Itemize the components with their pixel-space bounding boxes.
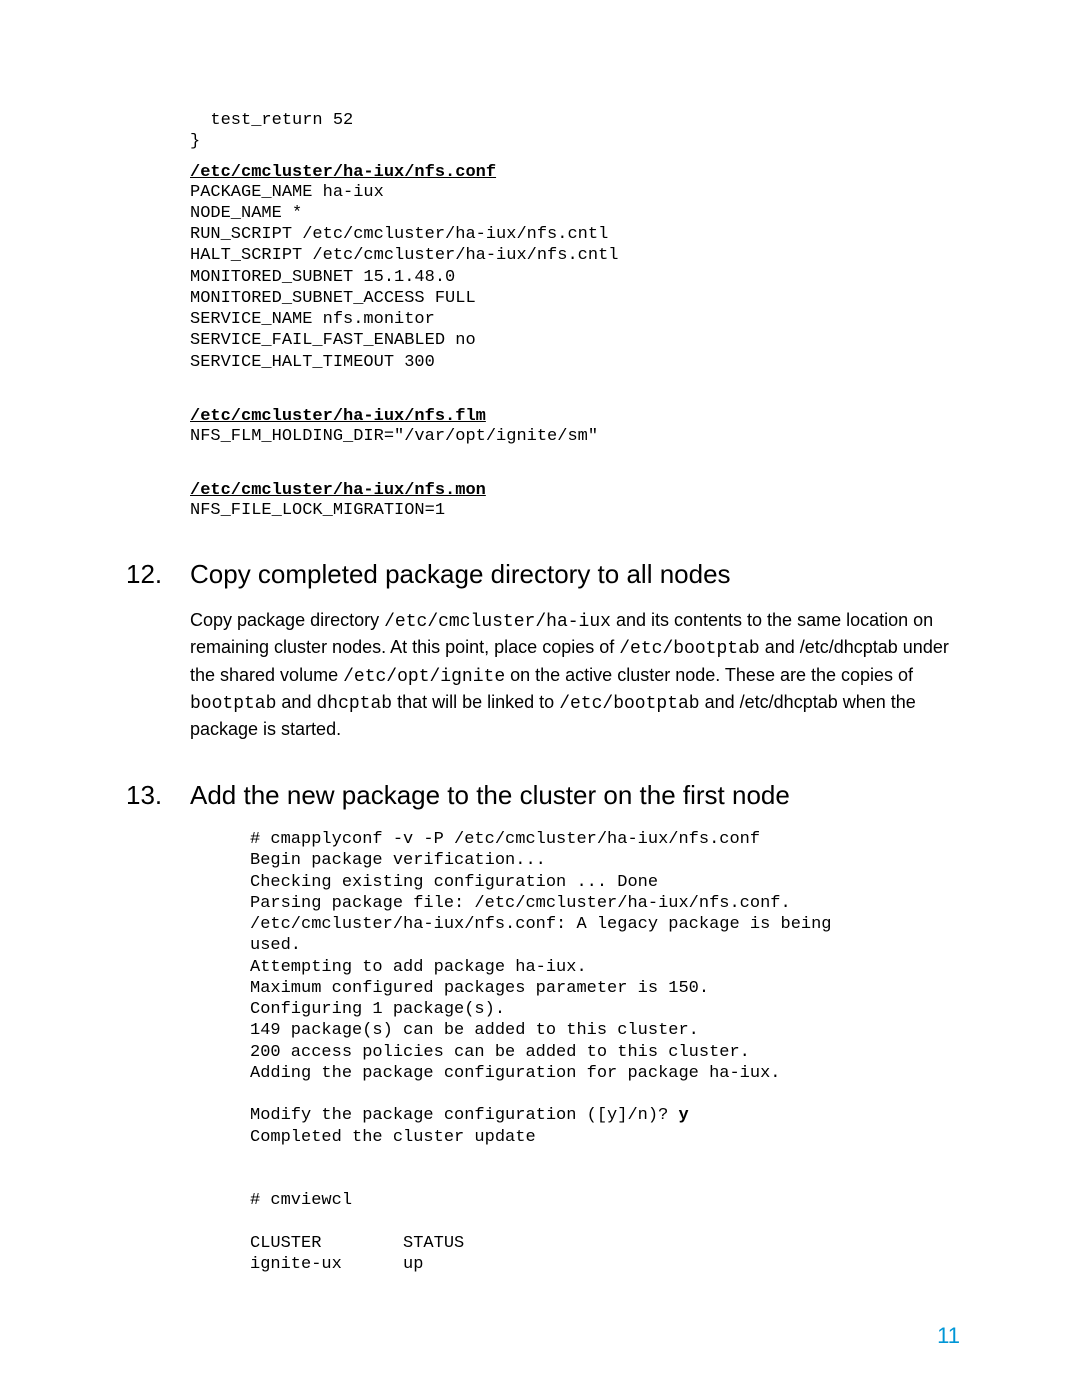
section-12-paragraph: Copy package directory /etc/cmcluster/ha…: [190, 608, 960, 742]
s12-t1: Copy package directory: [190, 610, 384, 630]
section-13-title-text: Add the new package to the cluster on th…: [190, 780, 790, 811]
file2-header: /etc/cmcluster/ha-iux/nfs.flm: [190, 407, 960, 426]
s12-t6: that will be linked to: [392, 692, 559, 712]
file2-body: NFS_FLM_HOLDING_DIR="/var/opt/ignite/sm": [190, 426, 960, 447]
s12-code1: /etc/cmcluster/ha-iux: [384, 612, 611, 632]
s12-code2: /etc/bootptab: [619, 639, 759, 659]
section-13-command-block: # cmapplyconf -v -P /etc/cmcluster/ha-iu…: [250, 829, 960, 1275]
file3-body: NFS_FILE_LOCK_MIGRATION=1: [190, 500, 960, 521]
document-page: test_return 52 } /etc/cmcluster/ha-iux/n…: [0, 0, 1080, 1397]
page-number: 11: [937, 1323, 960, 1349]
s12-code4: bootptab: [190, 694, 276, 714]
section-12-number: 12.: [126, 559, 190, 590]
file1-header: /etc/cmcluster/ha-iux/nfs.conf: [190, 163, 960, 182]
s12-t4: on the active cluster node. These are th…: [505, 665, 913, 685]
s12-code5: dhcptab: [316, 694, 392, 714]
s12-code6: /etc/bootptab: [559, 694, 699, 714]
section-12-title-text: Copy completed package directory to all …: [190, 559, 731, 590]
s12-code3: /etc/opt/ignite: [343, 667, 505, 687]
s13-cmd-bold: y: [678, 1106, 688, 1125]
s13-cmd-post: Completed the cluster update # cmviewcl …: [250, 1128, 536, 1275]
section-12-heading: 12. Copy completed package directory to …: [190, 559, 960, 590]
s12-t5: and: [276, 692, 316, 712]
section-13-number: 13.: [126, 780, 190, 811]
file3-header: /etc/cmcluster/ha-iux/nfs.mon: [190, 481, 960, 500]
s13-cmd-pre: # cmapplyconf -v -P /etc/cmcluster/ha-iu…: [250, 830, 832, 1125]
section-13-heading: 13. Add the new package to the cluster o…: [190, 780, 960, 811]
file1-body: PACKAGE_NAME ha-iux NODE_NAME * RUN_SCRI…: [190, 182, 960, 373]
top-code-block: test_return 52 }: [190, 110, 960, 153]
